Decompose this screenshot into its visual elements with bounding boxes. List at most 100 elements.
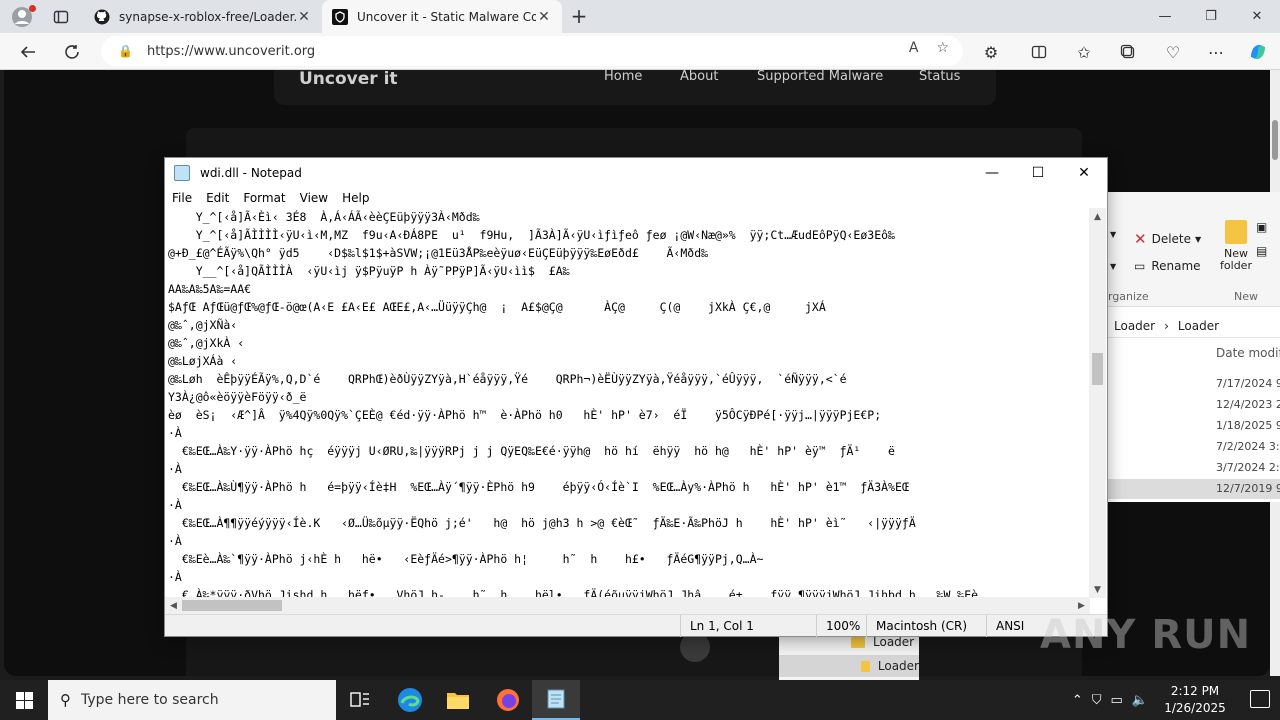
text-line[interactable]: € À‰*ÿÿÿ·ðVhö Jishd h hëf• VhöJ h- h˜ h …: [168, 586, 1090, 597]
text-editor-area[interactable]: Y_^[‹å]Ã‹Èì‹ 3É8 À‚Á‹ÁÃ‹èèÇEüþÿÿÿ3À‹Mðd‰…: [168, 208, 1090, 597]
favorites-icon[interactable]: ✩: [1070, 38, 1098, 66]
explorer-ribbon: ▣ ▤ ✕ Delete ▼ ▼ ▼ ▭ Rename New folder r…: [1108, 192, 1280, 307]
address-bar[interactable]: 🔒 https://www.uncoverit.org A ☆: [101, 36, 963, 66]
date-modified-cell-selected[interactable]: 12/7/2019 9:: [1108, 479, 1280, 499]
text-line[interactable]: Y3À¿@ô«èöÿÿèFöÿÿ‹ð_ë: [168, 388, 1090, 406]
collections-icon[interactable]: [1114, 38, 1142, 66]
tab-close-button[interactable]: ✕: [296, 9, 312, 25]
chevron-up-icon[interactable]: ⌃: [1072, 693, 1083, 708]
firefox-icon[interactable]: [484, 680, 532, 720]
menu-view[interactable]: View: [293, 188, 335, 208]
settings-more-icon[interactable]: ⋯: [1202, 38, 1230, 66]
column-header-date[interactable]: Date modifi: [1216, 346, 1280, 360]
back-icon[interactable]: [14, 38, 42, 66]
read-aloud-icon[interactable]: A: [909, 40, 919, 56]
text-line[interactable]: $AƒŒ AƒŒü@ƒŒ%@ƒŒ-ö@œ(A‹E £A‹E£ AŒE£,A‹…Ü…: [168, 298, 1090, 316]
maximize-button[interactable]: ☐: [1015, 158, 1061, 188]
close-button[interactable]: ✕: [1061, 158, 1107, 188]
new-folder-button[interactable]: New folder: [1214, 220, 1258, 272]
performance-icon[interactable]: ♡: [1159, 38, 1187, 66]
text-line[interactable]: ·À: [168, 460, 1090, 478]
tab-close-button[interactable]: ✕: [536, 9, 552, 25]
text-line[interactable]: ·À: [168, 424, 1090, 442]
scroll-up-icon[interactable]: ▲: [1089, 208, 1106, 225]
copilot-icon[interactable]: [1244, 38, 1272, 66]
text-line[interactable]: ·À: [168, 532, 1090, 550]
text-line[interactable]: €‰EŒ…À‰Y·ÿÿ·ÀPhö hç éÿÿÿj U‹ØRU,‰|ÿÿÿRPj…: [168, 442, 1090, 460]
nav-about[interactable]: About: [680, 70, 718, 84]
security-icon[interactable]: ⛉: [1092, 693, 1102, 708]
rename-button[interactable]: ▭ Rename: [1134, 259, 1201, 273]
extensions-icon[interactable]: ⚙: [977, 38, 1005, 66]
restore-button[interactable]: ❐: [1188, 0, 1234, 33]
scrollbar-thumb[interactable]: [1272, 120, 1278, 160]
minimize-button[interactable]: —: [1142, 0, 1188, 33]
task-view-icon[interactable]: [336, 680, 384, 720]
text-line[interactable]: ·À: [168, 496, 1090, 514]
browser-window-controls: — ❐ ✕: [1142, 0, 1280, 33]
favorite-star-icon[interactable]: ☆: [936, 40, 949, 56]
text-line[interactable]: @‰ˆ,@jXÑà‹: [168, 316, 1090, 334]
text-line[interactable]: €‰EŒ…À¶¶ÿÿéýÿÿÿ‹Íè.K ‹Ø…Ü‰õµÿÿ·ËQhö j;é'…: [168, 514, 1090, 532]
menu-edit[interactable]: Edit: [199, 188, 236, 208]
scroll-left-icon[interactable]: ◀: [165, 597, 182, 614]
zoom-level: 100%: [816, 615, 860, 637]
file-explorer-icon[interactable]: [434, 680, 482, 720]
scroll-down-icon[interactable]: ▼: [1089, 581, 1106, 598]
search-placeholder: Type here to search: [81, 692, 219, 708]
delete-icon: ✕: [1134, 230, 1147, 248]
text-line[interactable]: @+Ð_£@^ÉÃÿ%\Qh° ÿd5 ‹D$‰l$1$+àSVW;¡@1Eü3…: [168, 244, 1090, 262]
minimize-button[interactable]: —: [969, 158, 1015, 188]
text-line[interactable]: èø èS¡ ‹Æ^]Â ÿ%4Qÿ%0Qÿ%`ÇEÈ@ €éd·ÿÿ·ÀPhö…: [168, 406, 1090, 424]
scrollbar-thumb[interactable]: [182, 600, 282, 611]
nav-supported-malware[interactable]: Supported Malware: [757, 70, 883, 84]
menu-file[interactable]: File: [165, 188, 199, 208]
menu-format[interactable]: Format: [236, 188, 292, 208]
chevron-down-icon[interactable]: ▼: [1110, 230, 1116, 239]
text-line[interactable]: @‰LøjXÁà ‹: [168, 352, 1090, 370]
notepad-titlebar[interactable]: wdi.dll - Notepad — ☐ ✕: [165, 158, 1107, 188]
split-screen-icon[interactable]: [1025, 38, 1053, 66]
volume-icon[interactable]: 🔈: [1132, 693, 1148, 708]
notepad-window: wdi.dll - Notepad — ☐ ✕ File Edit Format…: [164, 157, 1108, 637]
notification-icon[interactable]: [1250, 690, 1270, 708]
text-line[interactable]: €‰Eè…À‰`¶ÿÿ·ÀPhö j‹hÈ h hë• ‹EèƒÄé>¶ÿÿ·À…: [168, 550, 1090, 568]
notepad-taskbar-icon[interactable]: [532, 680, 580, 720]
breadcrumb-item[interactable]: Loader: [1114, 319, 1155, 333]
text-line[interactable]: @‰Løh èÊþÿÿÉÃÿ%,Q,D`é QRPhŒ)èðÙÿÿZYÿà,H`…: [168, 370, 1090, 388]
vertical-scrollbar[interactable]: ▲ ▼: [1089, 208, 1106, 598]
taskbar-search[interactable]: ⚲ Type here to search: [48, 680, 336, 720]
start-button[interactable]: [0, 680, 48, 720]
tab-actions-icon[interactable]: [47, 3, 75, 31]
breadcrumb[interactable]: Loader › Loader: [1108, 314, 1280, 338]
close-button[interactable]: ✕: [1234, 0, 1280, 33]
refresh-icon[interactable]: [58, 38, 86, 66]
text-line[interactable]: Y__^[‹å]QÃÌÌÌÀ ‹ÿU‹ìj ÿ$PÿuÿP h Àÿ˜PPÿP]…: [168, 262, 1090, 280]
nav-home[interactable]: Home: [604, 70, 642, 84]
network-icon[interactable]: ▭: [1111, 693, 1123, 708]
text-line[interactable]: ·À: [168, 568, 1090, 586]
lock-icon[interactable]: 🔒: [118, 44, 133, 58]
new-tab-button[interactable]: +: [565, 2, 593, 30]
text-line[interactable]: Y_^[‹å]Ã‹Èì‹ 3É8 À‚Á‹ÁÃ‹èèÇEüþÿÿÿ3À‹Mðd‰: [168, 208, 1090, 226]
chevron-right-icon: ›: [1164, 318, 1169, 333]
chevron-down-icon[interactable]: ▼: [1110, 262, 1116, 271]
nav-status[interactable]: Status: [919, 70, 960, 84]
tab-github-loader[interactable]: synapse-x-roblox-free/Loader.zip ✕: [84, 0, 322, 33]
clock[interactable]: 2:12 PM 1/26/2025: [1158, 683, 1232, 717]
text-line[interactable]: Y_^[‹å]ÃÌÌÌÌ‹ÿU‹ì‹M,MZ f9u‹A‹ÐÁ8PE u¹ f9…: [168, 226, 1090, 244]
horizontal-scrollbar[interactable]: ◀ ▶: [165, 597, 1090, 614]
text-line[interactable]: €‰EŒ…À‰Ù¶ÿÿ·ÀPhö h é=þÿÿ‹Íè‡H %EŒ…Àÿ´¶ÿÿ…: [168, 478, 1090, 496]
text-line[interactable]: @‰ˆ,@jXkÀ ‹: [168, 334, 1090, 352]
nav-tree-item-selected[interactable]: Loader: [779, 655, 919, 677]
menu-help[interactable]: Help: [335, 188, 376, 208]
tab-uncoverit[interactable]: Uncover it - Static Malware Confi ✕: [322, 0, 562, 33]
scrollbar-thumb[interactable]: [1092, 353, 1103, 385]
delete-button[interactable]: ✕ Delete ▼: [1134, 230, 1201, 248]
breadcrumb-item[interactable]: Loader: [1178, 319, 1219, 333]
site-logo[interactable]: Uncover it: [299, 70, 398, 89]
text-line[interactable]: AA‰A‰5A‰=AA€: [168, 280, 1090, 298]
edge-icon[interactable]: [386, 680, 434, 720]
profile-alert-dot: [29, 5, 36, 12]
url-text[interactable]: https://www.uncoverit.org: [147, 44, 315, 59]
